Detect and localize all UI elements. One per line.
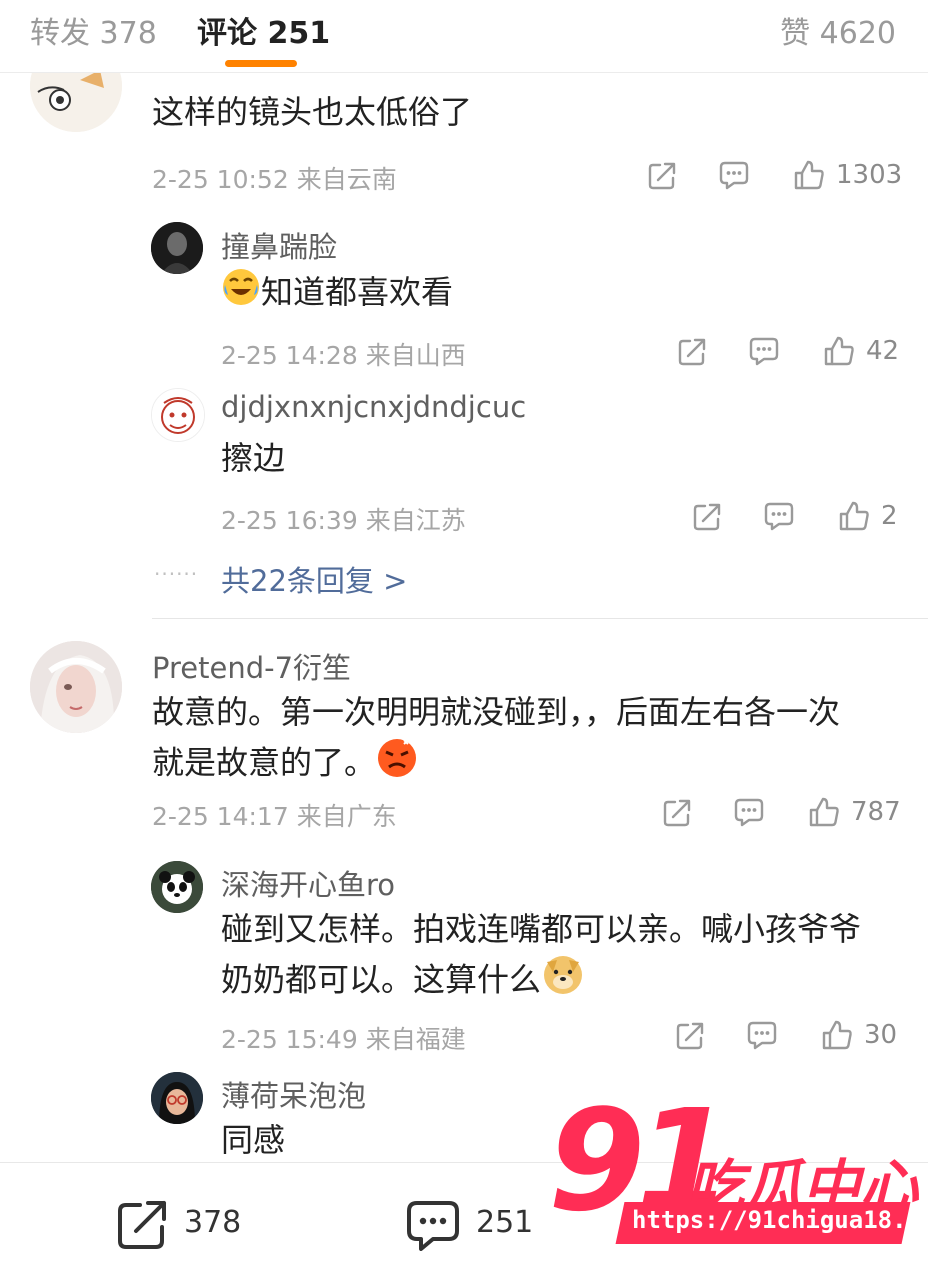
comment-icon[interactable] bbox=[748, 336, 780, 366]
avatar[interactable] bbox=[151, 388, 205, 442]
comment-location: 来自广东 bbox=[296, 802, 397, 831]
comment-text-line2: 就是故意的了。 bbox=[152, 736, 418, 793]
comment-text-content: 就是故意的了。 bbox=[152, 743, 377, 782]
share-icon[interactable] bbox=[691, 501, 723, 533]
like-count: 787 bbox=[851, 797, 901, 827]
share-icon[interactable] bbox=[674, 1020, 706, 1052]
tab-like[interactable]: 赞 4620 bbox=[780, 8, 896, 52]
reply-location: 来自江苏 bbox=[365, 506, 466, 535]
comment-icon[interactable] bbox=[733, 797, 765, 827]
laugh-cry-emoji bbox=[221, 267, 261, 322]
comment-meta: 2-25 14:17 来自广东 bbox=[152, 797, 397, 833]
glasses-girl-avatar-image bbox=[151, 1072, 203, 1124]
watermark-url: https://91chigua18.com bbox=[632, 1206, 928, 1234]
reply-meta: 2-25 16:39 来自江苏 bbox=[221, 501, 466, 537]
like-icon[interactable] bbox=[822, 334, 856, 368]
comment-divider bbox=[152, 618, 928, 619]
angry-face-emoji bbox=[376, 736, 418, 793]
reply-location: 来自福建 bbox=[365, 1025, 466, 1054]
comment-text-line1: 故意的。第一次明明就没碰到，，后面左右各一次 bbox=[152, 693, 841, 731]
reply-username[interactable]: 深海开心鱼ro bbox=[221, 862, 395, 904]
reply-text-content: 奶奶都可以。这算什么 bbox=[221, 960, 542, 999]
reply-username[interactable]: djdjxnxnjcnxjdndjcuc bbox=[221, 390, 526, 424]
tab-comment[interactable]: 评论 251 bbox=[197, 8, 330, 52]
avatar[interactable] bbox=[151, 1072, 203, 1124]
panda-avatar-image bbox=[151, 861, 203, 913]
comment-meta: 2-25 10:52 来自云南 bbox=[152, 160, 397, 196]
like-count: 2 bbox=[881, 501, 898, 531]
reply-text-line1: 碰到又怎样。拍戏连嘴都可以亲。喊小孩爷爷 bbox=[221, 910, 862, 948]
reply-time: 2-25 14:28 bbox=[221, 341, 358, 370]
reply-meta: 2-25 14:28 来自山西 bbox=[221, 336, 466, 372]
monkey-avatar-image bbox=[152, 389, 204, 441]
tab-repost-label: 转发 bbox=[30, 16, 90, 51]
active-tab-indicator bbox=[225, 60, 297, 67]
doge-emoji bbox=[541, 952, 585, 1011]
share-icon[interactable] bbox=[661, 797, 693, 829]
reply-time: 2-25 16:39 bbox=[221, 506, 358, 535]
comment-time: 2-25 14:17 bbox=[152, 802, 289, 831]
reply-time: 2-25 15:49 bbox=[221, 1025, 358, 1054]
reply-text-line2: 奶奶都可以。这算什么 bbox=[221, 952, 585, 1011]
comment-icon[interactable] bbox=[746, 1020, 778, 1050]
tab-repost-count: 378 bbox=[99, 16, 157, 51]
reply-location: 来自山西 bbox=[365, 341, 466, 370]
reply-username[interactable]: 撞鼻踹脸 bbox=[221, 224, 337, 266]
reply-text: 知道都喜欢看 bbox=[221, 266, 453, 322]
share-icon[interactable] bbox=[116, 1197, 170, 1251]
tab-repost[interactable]: 转发 378 bbox=[30, 8, 157, 52]
like-icon[interactable] bbox=[820, 1018, 854, 1052]
comment-time: 2-25 10:52 bbox=[152, 165, 289, 194]
like-count: 1303 bbox=[836, 160, 903, 190]
bottom-repost-count: 378 bbox=[184, 1205, 242, 1240]
comment-username[interactable]: Pretend-7衍笙 bbox=[152, 645, 351, 687]
like-count: 30 bbox=[864, 1020, 898, 1050]
like-icon[interactable] bbox=[807, 795, 841, 829]
like-icon[interactable] bbox=[837, 499, 871, 533]
dark-figure-avatar-image bbox=[151, 222, 203, 274]
comment-location: 来自云南 bbox=[296, 165, 397, 194]
more-replies-link[interactable]: 共22条回复 > bbox=[221, 558, 407, 600]
avatar[interactable] bbox=[30, 641, 122, 733]
comment-text: 这样的镜头也太低俗了 bbox=[152, 93, 473, 131]
tab-comment-count: 251 bbox=[267, 16, 331, 51]
tab-like-count: 4620 bbox=[819, 16, 896, 51]
reply-text: 同感 bbox=[221, 1121, 286, 1159]
comment-icon[interactable] bbox=[718, 160, 750, 190]
tab-like-label: 赞 bbox=[780, 16, 811, 51]
girl-avatar-image bbox=[30, 641, 122, 733]
avatar[interactable] bbox=[151, 861, 203, 913]
reply-username[interactable]: 薄荷呆泡泡 bbox=[221, 1073, 366, 1115]
tab-bar: 转发 378 评论 251 赞 4620 bbox=[0, 0, 928, 73]
comment-icon[interactable] bbox=[763, 501, 795, 531]
comment-icon[interactable] bbox=[405, 1199, 461, 1251]
more-dots: ······ bbox=[154, 562, 199, 586]
avatar[interactable] bbox=[151, 222, 203, 274]
reply-meta: 2-25 15:49 来自福建 bbox=[221, 1020, 466, 1056]
bottom-comment-count: 251 bbox=[476, 1205, 534, 1240]
share-icon[interactable] bbox=[676, 336, 708, 368]
reply-text: 擦边 bbox=[221, 439, 286, 477]
like-icon[interactable] bbox=[792, 158, 826, 192]
like-count: 42 bbox=[866, 336, 900, 366]
reply-text-content: 知道都喜欢看 bbox=[261, 273, 454, 311]
tab-comment-label: 评论 bbox=[197, 16, 257, 51]
share-icon[interactable] bbox=[646, 160, 678, 192]
